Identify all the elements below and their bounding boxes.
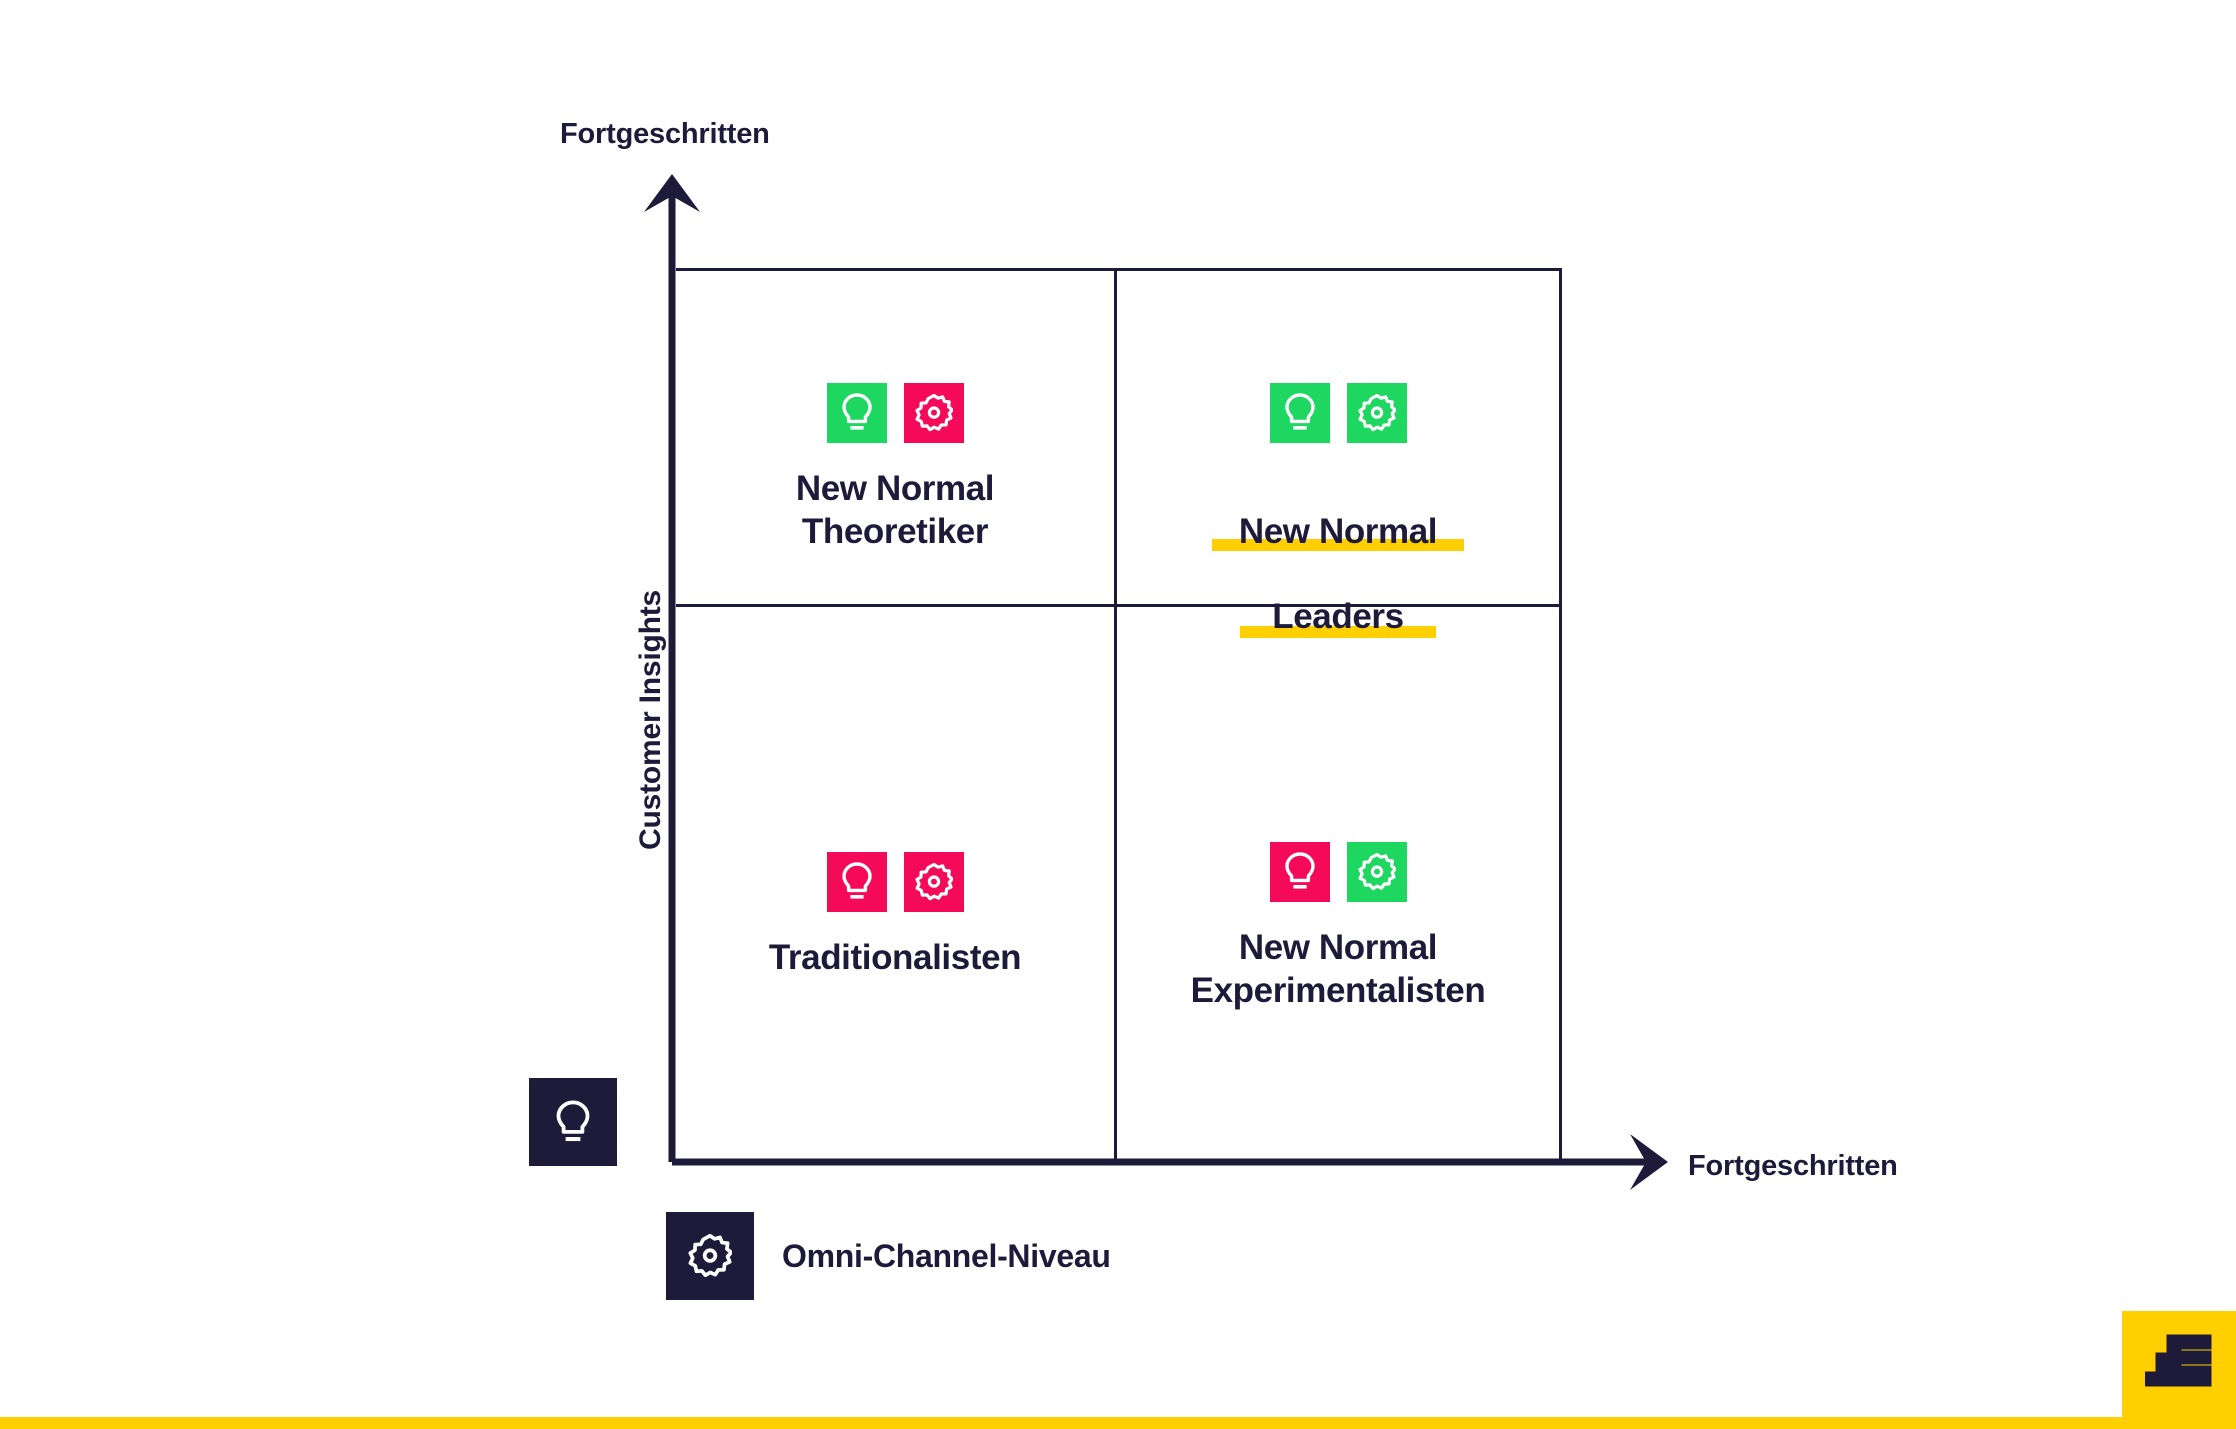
- gear-icon: [1346, 842, 1407, 902]
- gear-icon: [903, 852, 964, 912]
- y-axis-arrowhead: [644, 174, 700, 212]
- quadrant-new-normal-theoretiker[interactable]: New Normal Theoretiker: [676, 383, 1114, 553]
- quadrant-label: New Normal Theoretiker: [795, 468, 995, 553]
- quadrant-new-normal-experimentalisten[interactable]: New Normal Experimentalisten: [1114, 842, 1562, 1012]
- gear-icon: [688, 1234, 732, 1278]
- quadrant-label: Traditionalisten: [768, 937, 1022, 980]
- icon-row: [1269, 842, 1407, 902]
- quadrant-label: New Normal Experimentalisten: [1191, 927, 1486, 1012]
- icon-row: [826, 852, 964, 912]
- legend-label: Omni-Channel-Niveau: [782, 1237, 1111, 1274]
- quadrant-label-line2: Theoretiker: [801, 511, 989, 551]
- lightbulb-icon: [826, 383, 887, 443]
- x-axis-end-label: Fortgeschritten: [1688, 1150, 1898, 1182]
- icon-row: [826, 383, 964, 443]
- x-axis-arrowhead: [1630, 1134, 1668, 1190]
- quadrant-label-highlighted: New Normal Leaders: [1238, 468, 1438, 681]
- legend-item-customer-insights: [529, 1078, 645, 1166]
- lightbulb-icon: [1269, 383, 1330, 443]
- footer-accent-bar: [0, 1417, 2236, 1429]
- lightbulb-icon: [826, 852, 887, 912]
- quadrant-border-top: [676, 268, 1562, 271]
- icon-row: [1269, 383, 1407, 443]
- quadrant-new-normal-leaders[interactable]: New Normal Leaders: [1114, 383, 1562, 681]
- lightbulb-icon: [556, 1099, 590, 1141]
- highlight-line-2: Leaders: [1239, 596, 1437, 639]
- quadrant-label-line1: Traditionalisten: [768, 938, 1022, 977]
- gear-icon: [1346, 383, 1407, 443]
- quadrant-label-line1: New Normal: [1238, 928, 1438, 967]
- quadrant-label-line1: New Normal: [1238, 511, 1438, 551]
- y-axis-end-label: Fortgeschritten: [560, 118, 770, 150]
- gear-icon: [903, 383, 964, 443]
- brand-e-logo-icon: [2145, 1334, 2212, 1387]
- quadrant-label-line2: Experimentalisten: [1190, 970, 1486, 1010]
- lightbulb-icon: [1269, 842, 1330, 902]
- legend-swatch: [529, 1078, 617, 1166]
- quadrant-label-line2: Leaders: [1272, 597, 1404, 637]
- brand-logo: [2122, 1311, 2236, 1417]
- highlight-line-1: New Normal: [1238, 511, 1438, 554]
- y-axis-title: Customer Insights: [634, 590, 667, 850]
- quadrant-traditionalisten[interactable]: Traditionalisten: [676, 852, 1114, 980]
- quadrant-label-line1: New Normal: [795, 469, 995, 508]
- legend-item-omni-channel: Omni-Channel-Niveau: [666, 1212, 1111, 1300]
- legend-swatch: [666, 1212, 754, 1300]
